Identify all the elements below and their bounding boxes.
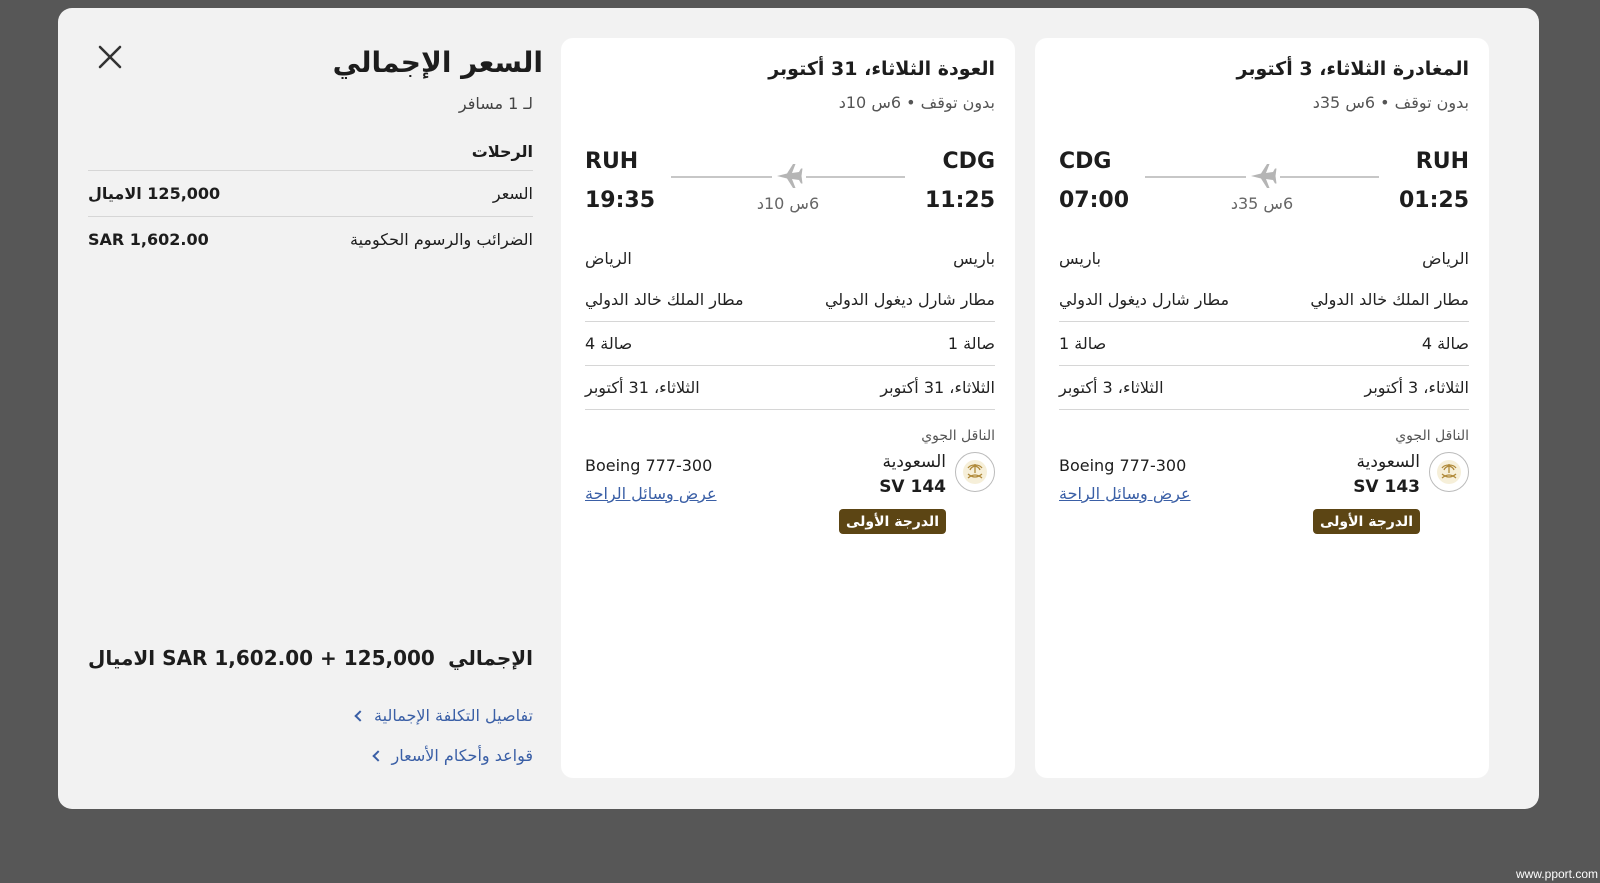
fare-rules-link[interactable]: قواعد وأحكام الأسعار <box>371 746 533 765</box>
chevron-left-icon <box>354 709 366 722</box>
flight-number: SV 143 <box>1353 477 1420 497</box>
arrival-time: 19:35 <box>585 188 656 213</box>
city-row: باريس الرياض <box>585 238 995 278</box>
carrier-label: الناقل الجوي <box>921 428 995 444</box>
card-header: المغادرة الثلاثاء، 3 أكتوبر <box>1236 58 1469 80</box>
cabin-class-badge: الدرجة الأولى <box>838 509 946 534</box>
card-subheader: بدون توقف • 6س 10د <box>838 93 995 112</box>
total-label: الإجمالي <box>448 646 533 670</box>
plane-wrap <box>772 159 806 193</box>
destination-code: CDG <box>1059 149 1112 174</box>
taxes-value: SAR 1,602.00 <box>88 230 209 249</box>
departure-time: 01:25 <box>1398 188 1469 213</box>
date-row: الثلاثاء، 3 أكتوبر الثلاثاء، 3 أكتوبر <box>1059 366 1469 410</box>
airport-row: مطار الملك خالد الدولي مطار شارل ديغول ا… <box>1059 278 1469 322</box>
saudia-logo-icon <box>1429 452 1469 492</box>
terminal-row: صالة 4 صالة 1 <box>1059 322 1469 366</box>
view-amenities-link[interactable]: عرض وسائل الراحة <box>1059 484 1191 503</box>
airport-row: مطار شارل ديغول الدولي مطار الملك خالد ا… <box>585 278 995 322</box>
total-value: SAR 1,602.00 + 125,000 الاميال <box>88 646 435 670</box>
plane-wrap <box>1246 159 1280 193</box>
arrival-date: الثلاثاء، 31 أكتوبر <box>585 378 700 397</box>
return-flight-card: العودة الثلاثاء، 31 أكتوبر بدون توقف • 6… <box>561 38 1015 778</box>
flight-duration: 6س 10د <box>756 194 820 213</box>
date-row: الثلاثاء، 31 أكتوبر الثلاثاء، 31 أكتوبر <box>585 366 995 410</box>
origin-airport: مطار الملك خالد الدولي <box>1310 290 1469 309</box>
departure-date: الثلاثاء، 3 أكتوبر <box>1364 378 1469 397</box>
saudia-logo-icon <box>955 452 995 492</box>
origin-terminal: صالة 1 <box>947 334 995 353</box>
destination-airport: مطار الملك خالد الدولي <box>585 290 744 309</box>
price-row: السعر 125,000 الاميال <box>88 170 533 216</box>
price-value: 125,000 الاميال <box>88 184 221 203</box>
taxes-label: الضرائب والرسوم الحكومية <box>350 230 533 249</box>
carrier-label: الناقل الجوي <box>1395 428 1469 444</box>
destination-city: الرياض <box>585 248 632 268</box>
cost-details-label: تفاصيل التكلفة الإجمالية <box>374 706 533 725</box>
airplane-icon <box>1251 164 1277 188</box>
destination-code: RUH <box>585 149 639 174</box>
passenger-count: لـ 1 مسافر <box>458 94 533 113</box>
card-subheader: بدون توقف • 6س 35د <box>1312 93 1469 112</box>
cost-details-link[interactable]: تفاصيل التكلفة الإجمالية <box>354 706 533 725</box>
terminal-row: صالة 1 صالة 4 <box>585 322 995 366</box>
origin-terminal: صالة 4 <box>1421 334 1469 353</box>
flight-duration: 6س 35د <box>1230 194 1294 213</box>
departure-date: الثلاثاء، 31 أكتوبر <box>880 378 995 397</box>
airline-name: السعودية <box>882 452 946 472</box>
cabin-class-badge: الدرجة الأولى <box>1312 509 1420 534</box>
aircraft-type: Boeing 777-300 <box>1059 456 1187 475</box>
destination-city: باريس <box>1059 248 1101 268</box>
fare-rules-label: قواعد وأحكام الأسعار <box>391 746 533 765</box>
origin-airport: مطار شارل ديغول الدولي <box>824 290 995 309</box>
flights-heading: الرحلات <box>471 142 533 161</box>
fare-summary-modal: السعر الإجمالي لـ 1 مسافر الرحلات السعر … <box>58 8 1539 809</box>
origin-city: الرياض <box>1422 248 1469 268</box>
price-label: السعر <box>492 184 533 203</box>
origin-code: RUH <box>1415 149 1469 174</box>
destination-terminal: صالة 4 <box>585 334 633 353</box>
origin-code: CDG <box>942 149 995 174</box>
city-row: الرياض باريس <box>1059 238 1469 278</box>
outbound-flight-card: المغادرة الثلاثاء، 3 أكتوبر بدون توقف • … <box>1035 38 1489 778</box>
departure-time: 11:25 <box>924 188 995 213</box>
summary-title: السعر الإجمالي <box>332 46 543 79</box>
airplane-icon <box>777 164 803 188</box>
arrival-date: الثلاثاء، 3 أكتوبر <box>1059 378 1164 397</box>
destination-airport: مطار شارل ديغول الدولي <box>1059 290 1230 309</box>
watermark: www.pport.com <box>1515 867 1598 881</box>
chevron-left-icon <box>371 749 384 762</box>
destination-terminal: صالة 1 <box>1059 334 1107 353</box>
price-summary-panel: السعر الإجمالي لـ 1 مسافر الرحلات السعر … <box>88 36 543 796</box>
flight-number: SV 144 <box>879 477 946 497</box>
total-row: الإجمالي SAR 1,602.00 + 125,000 الاميال <box>88 646 533 670</box>
origin-city: باريس <box>953 248 995 268</box>
arrival-time: 07:00 <box>1059 188 1130 213</box>
view-amenities-link[interactable]: عرض وسائل الراحة <box>585 484 717 503</box>
airline-name: السعودية <box>1356 452 1420 472</box>
aircraft-type: Boeing 777-300 <box>585 456 713 475</box>
taxes-row: الضرائب والرسوم الحكومية SAR 1,602.00 <box>88 216 533 262</box>
card-header: العودة الثلاثاء، 31 أكتوبر <box>768 58 995 80</box>
